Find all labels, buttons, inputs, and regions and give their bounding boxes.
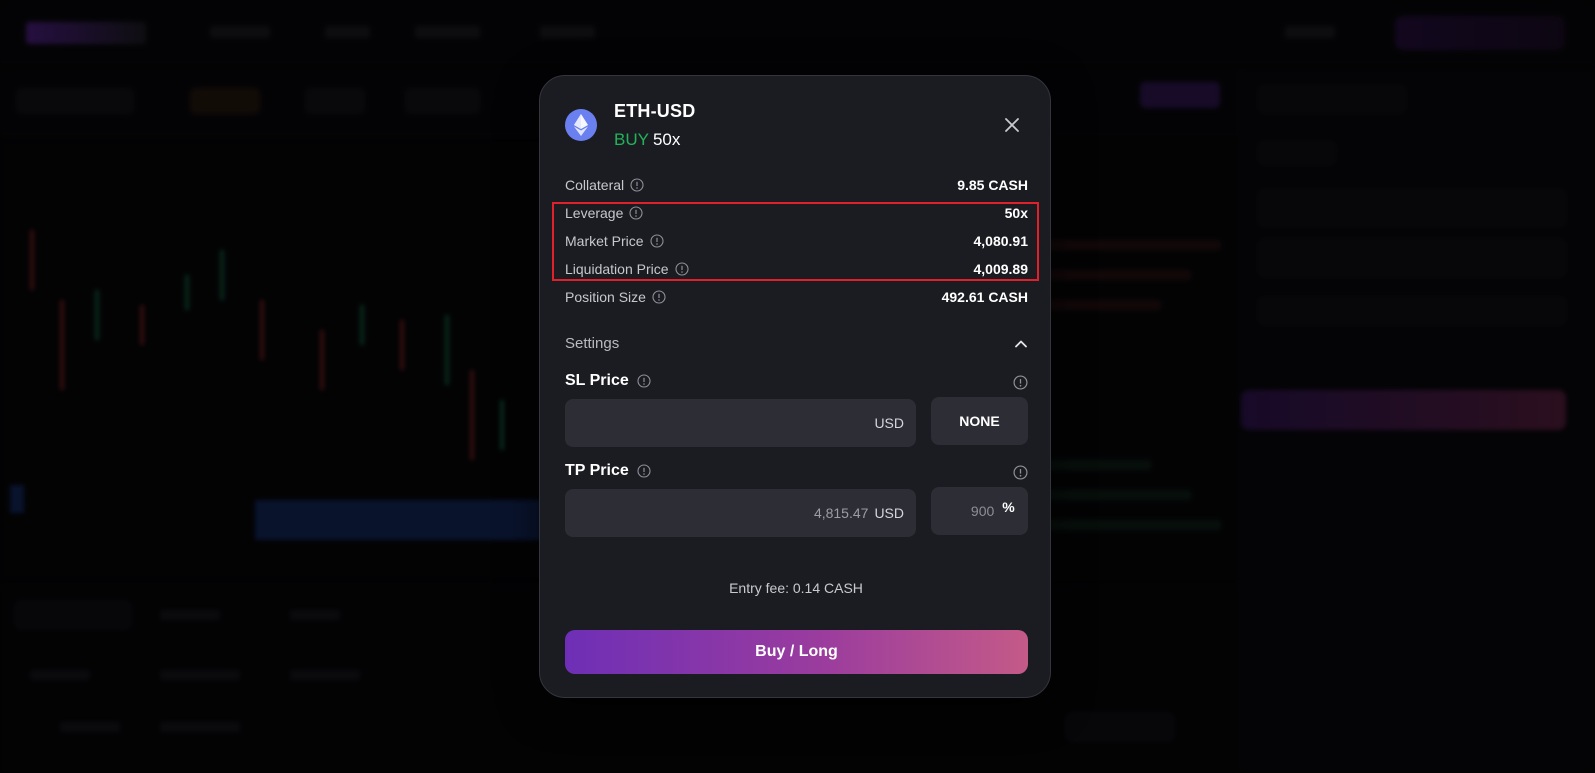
percent-symbol: % xyxy=(1002,499,1015,515)
row-value: 9.85 CASH xyxy=(957,177,1028,193)
info-icon[interactable] xyxy=(637,374,651,388)
sl-price-field[interactable]: USD xyxy=(565,399,916,447)
info-icon[interactable] xyxy=(1013,465,1028,480)
row-position-size: Position Size 492.61 CASH xyxy=(565,287,1028,307)
row-label: Position Size xyxy=(565,289,646,305)
tp-title: TP Price xyxy=(565,462,651,480)
tp-price-field[interactable]: USD xyxy=(565,489,916,537)
tp-currency: USD xyxy=(874,505,904,521)
info-icon[interactable] xyxy=(652,290,666,304)
tp-price-input[interactable] xyxy=(608,505,869,521)
position-summary: BUY 50x xyxy=(614,130,680,150)
entry-fee: Entry fee: 0.14 CASH xyxy=(729,580,863,596)
row-label-wrap: Position Size xyxy=(565,289,666,305)
row-label: Collateral xyxy=(565,177,625,193)
info-icon[interactable] xyxy=(1013,375,1028,390)
ethereum-icon xyxy=(565,109,597,141)
settings-label: Settings xyxy=(565,335,620,352)
tp-percent-input[interactable] xyxy=(944,503,995,519)
sl-title-label: SL Price xyxy=(565,372,629,389)
info-icon[interactable] xyxy=(630,178,644,192)
tp-percent-field[interactable]: % xyxy=(931,487,1028,535)
info-icon[interactable] xyxy=(637,464,651,478)
sl-option-button[interactable]: NONE xyxy=(931,397,1028,445)
sl-price-input[interactable] xyxy=(608,415,869,431)
sl-currency: USD xyxy=(874,415,904,431)
tp-title-label: TP Price xyxy=(565,462,629,479)
chevron-up-icon[interactable] xyxy=(1014,337,1028,351)
trade-modal: ETH-USD BUY 50x Collateral 9.85 CASH Leve… xyxy=(539,75,1051,698)
buy-long-button[interactable]: Buy / Long xyxy=(565,630,1028,674)
ethereum-glyph xyxy=(574,114,588,136)
row-collateral: Collateral 9.85 CASH xyxy=(565,175,1028,195)
close-button[interactable] xyxy=(1003,116,1021,134)
row-label-wrap: Collateral xyxy=(565,177,644,193)
asset-title: ETH-USD xyxy=(614,101,696,121)
close-icon xyxy=(1005,118,1019,132)
side-label: BUY xyxy=(614,130,649,149)
sl-option-label: NONE xyxy=(959,413,1000,429)
sl-title: SL Price xyxy=(565,372,651,390)
row-value: 492.61 CASH xyxy=(941,289,1028,305)
settings-header[interactable]: Settings xyxy=(565,335,1028,352)
leverage-label: 50x xyxy=(652,130,681,149)
highlight-box xyxy=(552,202,1039,281)
